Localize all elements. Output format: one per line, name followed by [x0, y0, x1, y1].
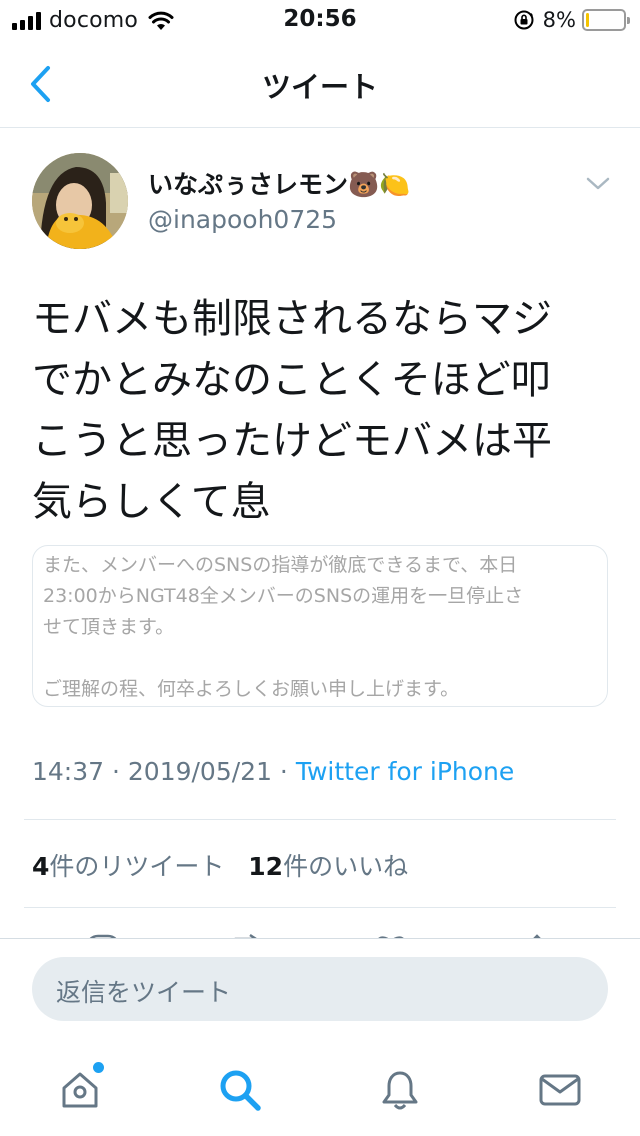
tab-notifications[interactable] [370, 1060, 430, 1120]
likes-label: 件のいいね [283, 852, 409, 881]
reply-input[interactable]: 返信をツイート [32, 957, 608, 1021]
tab-bar [0, 1042, 640, 1136]
page-title: ツイート [261, 70, 378, 104]
notification-dot [93, 1062, 104, 1073]
tweet-stats: 4件のリツイート 12件のいいね [32, 847, 408, 883]
bell-icon [382, 1071, 418, 1110]
tweet-author[interactable]: いなぷぅさレモン🐻🍋 @inapooh0725 [148, 165, 410, 234]
display-name: いなぷぅさレモン🐻🍋 [148, 170, 411, 199]
tweet-time: 14:37 [32, 757, 105, 786]
divider [24, 819, 616, 820]
nav-bar: ツイート [0, 40, 640, 128]
tab-home[interactable] [50, 1060, 110, 1120]
avatar[interactable] [32, 153, 128, 249]
meta-separator: · [271, 757, 296, 786]
divider [24, 907, 616, 908]
search-icon [220, 1070, 261, 1111]
username: @inapooh0725 [148, 205, 338, 234]
image-text: また、メンバーへのSNSの指導が徹底できるまで、本日 23:00からNGT48全… [43, 554, 524, 700]
mail-icon [539, 1074, 581, 1106]
retweets-stat[interactable]: 4件のリツイート [32, 852, 224, 881]
likes-count: 12 [248, 852, 284, 881]
retweets-count: 4 [32, 852, 50, 881]
avatar-image [32, 153, 128, 249]
reply-bar: 返信をツイート [0, 938, 640, 1042]
home-icon [62, 1072, 98, 1108]
orientation-lock-icon [514, 10, 534, 30]
tweet-text: モバメも制限されるならマジ でかとみなのことくそほど叩 こうと思ったけどモバメは… [32, 296, 552, 525]
chevron-down-icon[interactable] [586, 177, 610, 191]
battery-icon [582, 9, 630, 31]
status-bar: docomo 20:56 8% [0, 0, 640, 40]
likes-stat[interactable]: 12件のいいね [248, 852, 408, 881]
tab-messages[interactable] [530, 1060, 590, 1120]
tab-search[interactable] [210, 1060, 270, 1120]
tweet-date: 2019/05/21 [127, 757, 272, 786]
reply-placeholder: 返信をツイート [56, 978, 232, 1007]
tweet-meta: 14:37 · 2019/05/21 · Twitter for iPhone [32, 757, 514, 786]
tweet-image[interactable]: また、メンバーへのSNSの指導が徹底できるまで、本日 23:00からNGT48全… [32, 545, 608, 707]
status-right: 8% [513, 8, 630, 32]
meta-separator: · [104, 757, 128, 786]
retweets-label: 件のリツイート [49, 852, 225, 881]
battery-percent: 8% [542, 8, 576, 32]
tweet-source-link[interactable]: Twitter for iPhone [296, 757, 514, 786]
